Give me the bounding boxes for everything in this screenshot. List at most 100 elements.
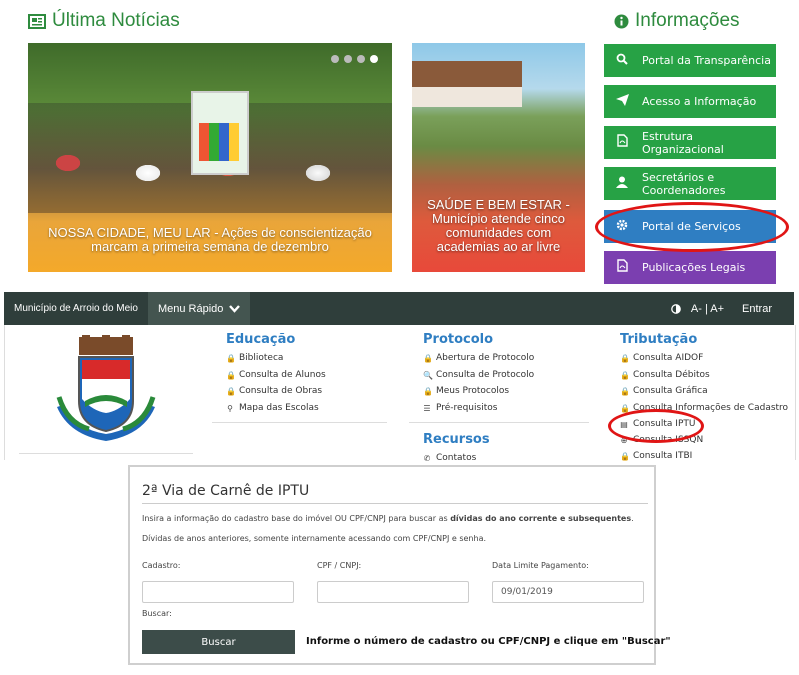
carousel-dot[interactable] <box>331 55 339 63</box>
menu-item-contatos[interactable]: ✆ Contatos <box>423 453 477 463</box>
lock-icon: 🔒 <box>620 451 630 461</box>
menu-item-meus-protocolos[interactable]: 🔒 Meus Protocolos <box>423 386 509 396</box>
menu-item-consulta-obras[interactable]: 🔒 Consulta de Obras <box>226 386 322 396</box>
cpf-cnpj-input[interactable] <box>317 581 469 603</box>
iptu-form-title: 2ª Via de Carnê de IPTU <box>142 483 310 499</box>
lock-icon: 🔒 <box>620 353 630 363</box>
educacao-divider <box>212 422 387 423</box>
news-title-text: Última Notícias <box>52 10 180 31</box>
highlight-oval-consulta-iptu <box>608 409 704 443</box>
info-title-text: Informações <box>635 10 740 31</box>
tributacao-heading: Tributação <box>620 332 698 347</box>
data-limite-input[interactable] <box>492 581 644 603</box>
iptu-desc-part: Insira a informação do cadastro base do … <box>142 514 451 523</box>
secretarios-coordenadores-label: Secretários e Coordenadores <box>642 170 726 197</box>
cadastro-label: Cadastro: <box>142 561 181 570</box>
pdf-file-icon <box>604 259 640 276</box>
lock-icon: 🔒 <box>226 386 236 396</box>
menu-item-label: Consulta AIDOF <box>633 353 704 363</box>
portal-transparencia-button[interactable]: Portal da Transparência <box>604 44 776 77</box>
lock-icon: 🔒 <box>226 353 236 363</box>
acesso-informacao-button[interactable]: Acesso a Informação <box>604 85 776 118</box>
menu-rapido-label: Menu Rápido <box>157 302 224 315</box>
contrast-icon[interactable] <box>671 303 681 314</box>
menu-item-label: Biblioteca <box>239 353 284 363</box>
menu-item-label: Pré-requisitos <box>436 403 498 413</box>
secretarios-coordenadores-button[interactable]: Secretários e Coordenadores <box>604 167 776 200</box>
info-circle-icon <box>614 14 629 28</box>
map-marker-icon: ⚲ <box>227 403 233 413</box>
cpf-cnpj-label: CPF / CNPJ: <box>317 561 362 570</box>
carousel-dot-active[interactable] <box>370 55 378 63</box>
menu-item-pre-requisitos[interactable]: ☰ Pré-requisitos <box>423 403 497 413</box>
publicacoes-legais-label: Publicações Legais <box>642 261 746 274</box>
news-section-title: Última Notícias <box>28 10 180 32</box>
iptu-title-divider <box>142 503 648 504</box>
menu-item-label: Consulta de Protocolo <box>436 370 535 380</box>
lock-icon: 🔒 <box>226 370 236 380</box>
menu-item-mapa-escolas[interactable]: ⚲ Mapa das Escolas <box>226 403 319 413</box>
font-size-controls[interactable]: A- | A+ <box>691 303 724 315</box>
buscar-label: Buscar: <box>142 609 172 618</box>
menu-item-abertura-protocolo[interactable]: 🔒 Abertura de Protocolo <box>423 353 534 363</box>
news-main-slide[interactable]: NOSSA CIDADE, MEU LAR - Ações de conscie… <box>28 43 392 272</box>
menu-item-label: Consulta ITBI <box>633 451 693 461</box>
iptu-desc-bold: dívidas do ano corrente e subsequentes <box>450 514 632 523</box>
news-main-caption[interactable]: NOSSA CIDADE, MEU LAR - Ações de conscie… <box>28 226 392 254</box>
menu-item-consulta-protocolo[interactable]: 🔍 Consulta de Protocolo <box>423 370 534 380</box>
lock-icon: 🔒 <box>423 353 433 363</box>
educacao-heading: Educação <box>226 332 296 347</box>
publicacoes-legais-button[interactable]: Publicações Legais <box>604 251 776 284</box>
crest-divider <box>19 453 193 454</box>
data-limite-label: Data Limite Pagamento: <box>492 561 589 570</box>
newspaper-icon <box>28 13 46 29</box>
menu-item-label: Consulta Gráfica <box>633 386 708 396</box>
menu-item-label: Meus Protocolos <box>436 386 510 396</box>
highlight-oval-portal-servicos <box>595 202 789 252</box>
instruction-text: Informe o número de cadastro ou CPF/CNPJ… <box>306 636 671 647</box>
lock-icon: 🔒 <box>620 386 630 396</box>
menu-item-biblioteca[interactable]: 🔒 Biblioteca <box>226 353 283 363</box>
menu-item-label: Contatos <box>436 453 477 463</box>
cadastro-input[interactable] <box>142 581 294 603</box>
carousel-dots <box>331 55 378 63</box>
nav-brand[interactable]: Município de Arroio do Meio <box>4 303 148 314</box>
user-icon <box>604 176 640 192</box>
portal-transparencia-label: Portal da Transparência <box>642 54 771 67</box>
menu-item-consulta-grafica[interactable]: 🔒 Consulta Gráfica <box>620 386 708 396</box>
carousel-dot[interactable] <box>357 55 365 63</box>
search-icon: 🔍 <box>423 370 433 380</box>
carousel-dot[interactable] <box>344 55 352 63</box>
menu-item-consulta-alunos[interactable]: 🔒 Consulta de Alunos <box>226 370 326 380</box>
phone-icon: ✆ <box>423 453 431 463</box>
protocolo-divider <box>409 422 589 423</box>
news-side-caption[interactable]: SAÚDE E BEM ESTAR - Município atende cin… <box>412 198 585 254</box>
buscar-button[interactable]: Buscar <box>142 630 295 654</box>
search-icon <box>604 53 640 69</box>
recursos-heading: Recursos <box>423 432 490 447</box>
news-side-photo <box>412 61 522 107</box>
acesso-informacao-label: Acesso a Informação <box>642 95 757 108</box>
menu-item-consulta-itbi[interactable]: 🔒 Consulta ITBI <box>620 451 692 461</box>
paper-plane-icon <box>604 93 640 110</box>
estrutura-organizacional-label: Estrutura Organizacional <box>642 129 724 156</box>
menu-item-consulta-aidof[interactable]: 🔒 Consulta AIDOF <box>620 353 703 363</box>
estrutura-organizacional-button[interactable]: Estrutura Organizacional <box>604 126 776 159</box>
lock-icon: 🔒 <box>423 386 433 396</box>
menu-rapido-toggle[interactable]: Menu Rápido <box>147 292 251 325</box>
menu-item-consulta-debitos[interactable]: 🔒 Consulta Débitos <box>620 370 710 380</box>
iptu-form-panel: 2ª Via de Carnê de IPTU Insira a informa… <box>128 465 671 665</box>
news-main-sign <box>191 91 249 175</box>
menu-item-label: Abertura de Protocolo <box>436 353 535 363</box>
menu-item-label: Mapa das Escolas <box>239 403 319 413</box>
protocolo-heading: Protocolo <box>423 332 494 347</box>
menu-item-label: Consulta Débitos <box>633 370 710 380</box>
lock-icon: 🔒 <box>620 370 630 380</box>
menu-item-label: Consulta de Alunos <box>239 370 326 380</box>
login-link[interactable]: Entrar <box>742 303 772 315</box>
municipal-crest-logo <box>56 335 156 441</box>
list-icon: ☰ <box>423 403 431 413</box>
menu-item-label: Consulta de Obras <box>239 386 323 396</box>
news-side-slide[interactable]: SAÚDE E BEM ESTAR - Município atende cin… <box>412 43 585 272</box>
info-section-title: Informações <box>614 10 740 32</box>
